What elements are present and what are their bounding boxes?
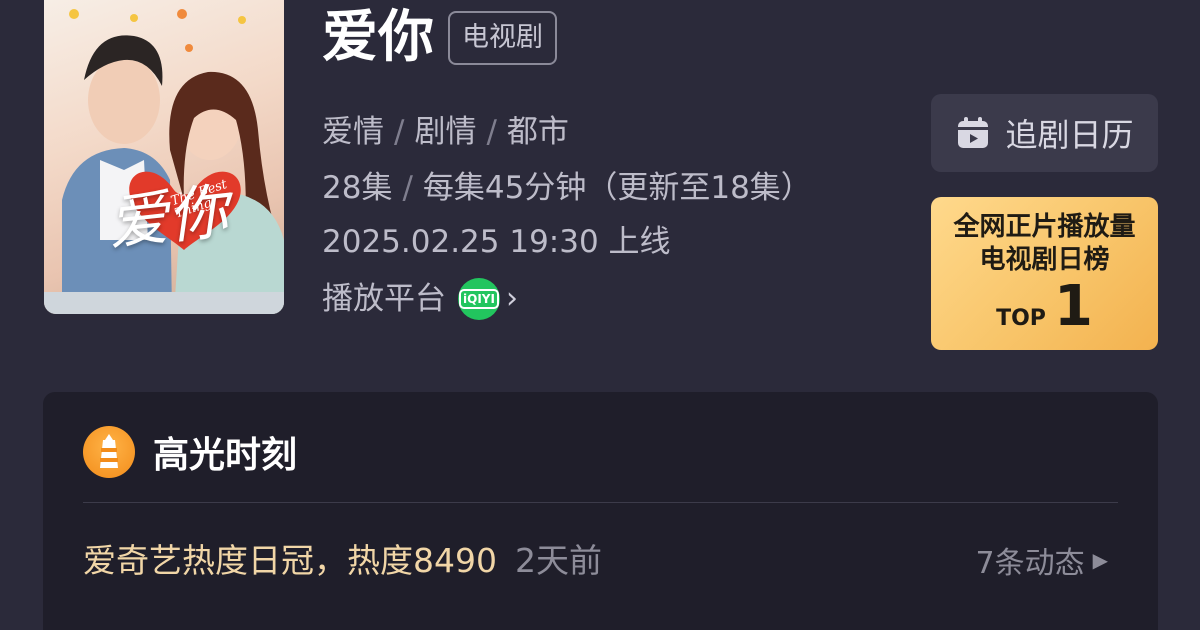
highlight-header: 高光时刻	[83, 426, 297, 478]
iqiyi-logo-icon: iQIYI	[458, 278, 500, 320]
episode-info: 28集 / 每集45分钟（更新至18集）	[322, 168, 812, 208]
highlight-item[interactable]: 爱奇艺热度日冠，热度8490 2天前	[83, 534, 602, 582]
separator: /	[402, 170, 413, 206]
ranking-line-1: 全网正片播放量	[953, 212, 1136, 242]
episode-count: 28集	[322, 170, 393, 206]
highlight-time: 2天前	[514, 541, 602, 580]
genre-tag[interactable]: 剧情	[414, 114, 476, 150]
calendar-icon	[958, 117, 989, 148]
title-row: 爱你 电视剧	[322, 10, 557, 66]
release-date: 2025.02.25 19:30 上线	[322, 224, 671, 260]
show-title: 爱你	[322, 5, 434, 70]
ranking-position: TOP 1	[931, 279, 1158, 335]
iqiyi-logo-text: iQIYI	[459, 289, 499, 309]
rank-number: 1	[1053, 274, 1093, 339]
genre-tag[interactable]: 都市	[507, 114, 569, 150]
ranking-card[interactable]: 全网正片播放量 电视剧日榜 TOP 1	[931, 197, 1158, 350]
show-poster[interactable]: 爱你 The Best Thing	[44, 0, 284, 314]
platform-row[interactable]: 播放平台 iQIYI ›	[322, 278, 518, 320]
more-updates-link[interactable]: 7条动态 ▶	[976, 538, 1108, 582]
type-badge: 电视剧	[448, 11, 557, 65]
highlight-text: 爱奇艺热度日冠，热度8490	[83, 541, 497, 580]
top-label: TOP	[996, 306, 1046, 331]
lighthouse-icon	[83, 426, 135, 478]
follow-calendar-button[interactable]: 追剧日历	[931, 94, 1158, 172]
divider	[83, 502, 1118, 503]
more-updates-label: 7条动态	[975, 546, 1085, 581]
separator: /	[486, 114, 497, 150]
follow-calendar-label: 追剧日历	[1005, 116, 1134, 154]
ranking-line-2: 电视剧日榜	[979, 245, 1110, 275]
episode-duration: 每集45分钟（更新至18集）	[422, 170, 812, 206]
highlight-moments-card: 高光时刻 爱奇艺热度日冠，热度8490 2天前 7条动态 ▶	[43, 392, 1158, 630]
separator: /	[394, 114, 405, 150]
chevron-right-icon: ›	[506, 281, 518, 316]
poster-art	[44, 9, 284, 314]
platform-label: 播放平台	[322, 281, 446, 317]
play-arrow-icon: ▶	[1092, 548, 1108, 572]
genre-list: 爱情 / 剧情 / 都市	[322, 112, 569, 152]
genre-tag[interactable]: 爱情	[322, 114, 384, 150]
highlight-title: 高光时刻	[153, 435, 298, 476]
